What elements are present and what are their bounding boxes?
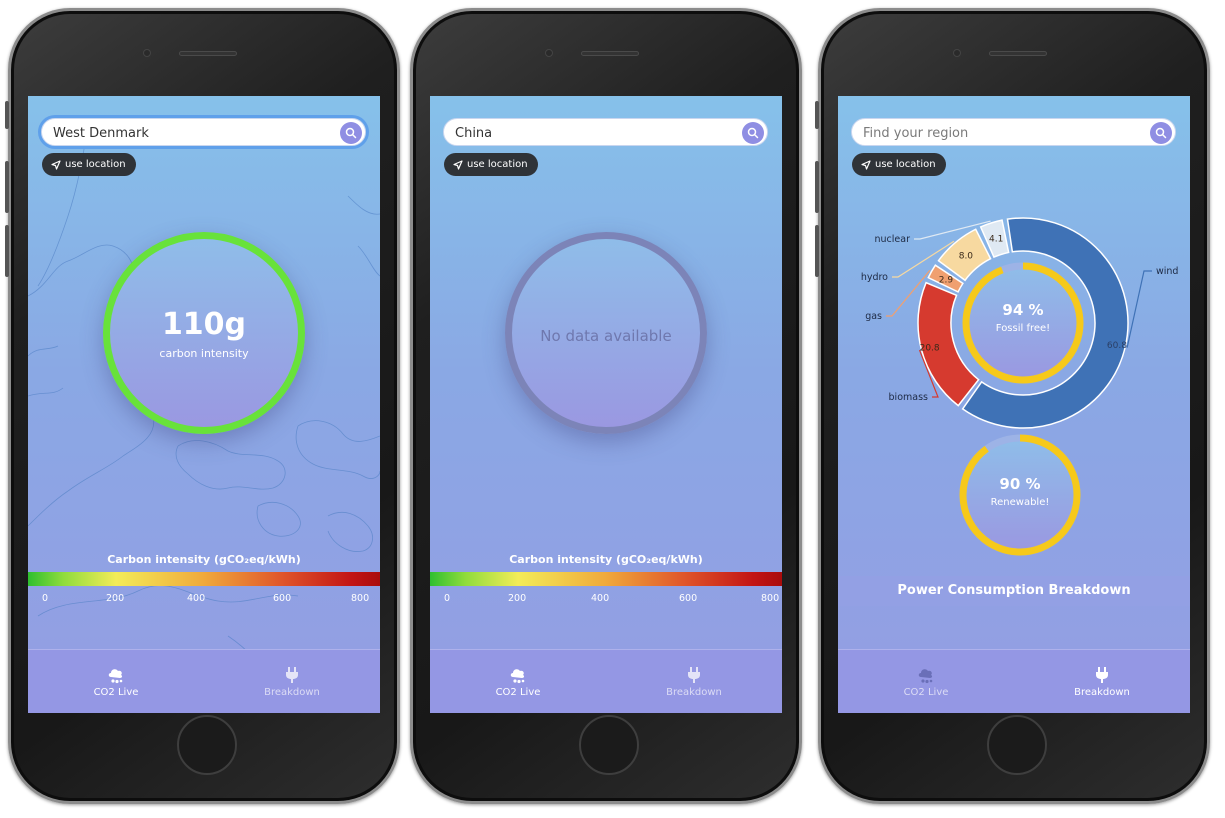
region-search-input[interactable] [53, 123, 323, 143]
tab-bar: CO2 Live Breakdown [838, 649, 1190, 713]
leader-line-wind [1126, 270, 1152, 348]
region-search-input[interactable] [455, 123, 725, 143]
search-bar [443, 118, 768, 146]
tab-breakdown[interactable]: Breakdown [204, 650, 380, 713]
value-label-biomass: 20.8 [920, 343, 940, 353]
home-button[interactable] [579, 715, 639, 775]
tab-breakdown[interactable]: Breakdown [606, 650, 782, 713]
earpiece-speaker [581, 51, 639, 56]
search-icon [747, 127, 759, 139]
legend-tick: 800 [761, 593, 780, 604]
cloud-icon [510, 669, 525, 684]
carbon-intensity-ring: No data available [505, 232, 707, 434]
value-label-hydro: 8.0 [959, 251, 974, 261]
use-location-button[interactable]: use location [444, 153, 538, 176]
tab-label: Breakdown [1074, 687, 1130, 698]
fossil-free-label: Fossil free! [996, 323, 1050, 334]
breakdown-title: Power Consumption Breakdown [897, 583, 1131, 598]
mute-switch [815, 101, 819, 129]
app-screen: use location No data available Carbon in… [430, 96, 782, 713]
location-arrow-icon [51, 159, 61, 170]
carbon-intensity-ring: 110g carbon intensity [103, 232, 305, 434]
volume-up-button [5, 161, 9, 213]
tab-label: Breakdown [264, 687, 320, 698]
tab-bar: CO2 Live Breakdown [28, 649, 380, 713]
use-location-label: use location [467, 159, 528, 170]
tab-label: Breakdown [666, 687, 722, 698]
tab-co2-live[interactable]: CO2 Live [838, 650, 1014, 713]
volume-down-button [5, 225, 9, 277]
carbon-scale-bar [28, 572, 380, 586]
tab-co2-live[interactable]: CO2 Live [430, 650, 606, 713]
front-camera [953, 49, 961, 57]
legend-tick: 400 [591, 593, 610, 604]
front-camera [545, 49, 553, 57]
cloud-icon [918, 669, 933, 684]
renewable-label: Renewable! [991, 497, 1050, 508]
tab-label: CO2 Live [903, 687, 949, 698]
legend-title: Carbon intensity (gCO₂eq/kWh) [107, 553, 301, 566]
value-label-wind: 60.8 [1107, 341, 1127, 351]
legend-tick: 0 [42, 593, 49, 604]
phone-frame: use location 110g carbon intensity Carbo… [5, 8, 400, 804]
carbon-intensity-label: carbon intensity [159, 347, 249, 360]
legend-tick: 600 [273, 593, 292, 604]
no-data-message: No data available [540, 327, 672, 345]
phone-frame: use location 60.8wind20.8biomass2.9gas8.… [815, 8, 1210, 804]
legend-tick: 0 [444, 593, 451, 604]
cloud-icon [108, 669, 123, 684]
mute-switch [5, 101, 9, 129]
search-button[interactable] [340, 122, 362, 144]
search-bar [41, 118, 366, 146]
volume-down-button [815, 225, 819, 277]
earpiece-speaker [179, 51, 237, 56]
breakdown-chart: 60.8 wind 20.8 biomass 2.9 gas 8.0 hydro 4.1 nucl… [861, 217, 1178, 556]
renewable-percent: 90 % [999, 475, 1040, 493]
app-screen: use location 60.8wind20.8biomass2.9gas8.… [838, 96, 1190, 713]
use-location-button[interactable]: use location [42, 153, 136, 176]
use-location-label: use location [65, 159, 126, 170]
tab-label: CO2 Live [495, 687, 541, 698]
plug-icon [1096, 667, 1108, 683]
series-name-biomass: biomass [889, 392, 929, 403]
tab-bar: CO2 Live Breakdown [430, 649, 782, 713]
plug-icon [688, 667, 700, 683]
carbon-intensity-value: 110g [161, 307, 247, 342]
tab-co2-live[interactable]: CO2 Live [28, 650, 204, 713]
tab-label: CO2 Live [93, 687, 139, 698]
search-icon [345, 127, 357, 139]
value-label-nuclear: 4.1 [989, 235, 1003, 245]
value-label-gas: 2.9 [939, 275, 954, 285]
legend-tick: 200 [106, 593, 125, 604]
volume-up-button [815, 161, 819, 213]
series-name-nuclear: nuclear [875, 234, 911, 245]
plug-icon [286, 667, 298, 683]
legend-tick: 800 [351, 593, 370, 604]
carbon-scale-bar [430, 572, 782, 586]
series-name-gas: gas [865, 311, 882, 322]
front-camera [143, 49, 151, 57]
legend-tick: 400 [187, 593, 206, 604]
tab-breakdown[interactable]: Breakdown [1014, 650, 1190, 713]
location-arrow-icon [453, 159, 463, 170]
series-name-wind: wind [1156, 266, 1178, 277]
search-button[interactable] [742, 122, 764, 144]
legend-tick: 200 [508, 593, 527, 604]
home-button[interactable] [177, 715, 237, 775]
fossil-free-percent: 94 % [1002, 301, 1043, 319]
phone-frame: use location No data available Carbon in… [410, 8, 802, 804]
app-screen: use location 110g carbon intensity Carbo… [28, 96, 380, 713]
earpiece-speaker [989, 51, 1047, 56]
home-button[interactable] [987, 715, 1047, 775]
legend-title: Carbon intensity (gCO₂eq/kWh) [509, 553, 703, 566]
legend-tick: 600 [679, 593, 698, 604]
series-name-hydro: hydro [861, 272, 888, 283]
